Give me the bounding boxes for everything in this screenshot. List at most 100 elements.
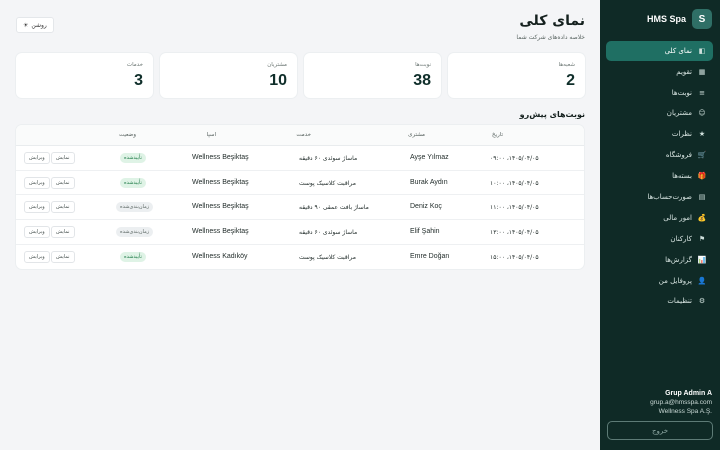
view-button[interactable]: نمایش — [51, 176, 75, 189]
edit-button[interactable]: ویرایش — [24, 201, 50, 214]
theme-label: روشن — [31, 21, 47, 29]
star-icon: ★ — [698, 130, 706, 139]
service-name: مراقبت کلاسیک پوست — [299, 179, 356, 187]
appointment-date: ۱۴۰۵/۰۴/۰۵، ۱۰:۰۰ — [490, 179, 539, 187]
edit-button[interactable]: ویرایش — [24, 250, 50, 263]
spa-location: Wellness Kadıköy — [192, 252, 248, 260]
brand[interactable]: HMS Spa S — [608, 9, 712, 29]
theme-toggle-button[interactable]: ☀ روشن — [16, 17, 54, 33]
page-subtitle: خلاصه داده‌های شرکت شما — [516, 34, 585, 41]
sidebar-item-label: تنظیمات — [667, 297, 692, 306]
sidebar-item-label: مشتریان — [666, 109, 692, 118]
appointments-table: تاریخ مشتری خدمت اسپا وضعیت ۱۴۰۵/۰۴/۰۵، … — [16, 125, 584, 269]
table-row: ۱۴۰۵/۰۴/۰۵، ۰۹:۰۰ Ayşe Yılmaz ماساژ سوئد… — [16, 146, 584, 171]
sidebar-item-profile[interactable]: 👤 پروفایل من — [606, 271, 713, 291]
status-badge: زمان‌بندی‌شده — [116, 227, 154, 238]
sidebar-item-label: نوبت‌ها — [671, 88, 692, 97]
appointment-date: ۱۴۰۵/۰۴/۰۵، ۱۳:۰۰ — [490, 229, 539, 237]
customer-name[interactable]: Deniz Koç — [410, 203, 442, 210]
stat-label: نوبت‌ها — [415, 62, 431, 68]
sidebar-nav: ◧ نمای کلی ▦ تقویم ≡ نوبت‌ها ☺ مشتریان ★… — [606, 41, 713, 313]
user-company: Wellness Spa A.Ş. — [658, 408, 712, 415]
column-header-customer: مشتری — [408, 132, 425, 138]
stat-value: 3 — [134, 72, 143, 89]
sidebar-item-reports[interactable]: 📊 گزارش‌ها — [606, 250, 713, 270]
sidebar-item-label: کارکنان — [670, 234, 692, 243]
sidebar-item-label: پروفایل من — [658, 276, 692, 285]
table-row: ۱۴۰۵/۰۴/۰۵، ۱۵:۰۰ Emre Doğan مراقبت کلاس… — [16, 245, 584, 269]
sidebar-item-label: صورت‌حساب‌ها — [647, 192, 692, 201]
brand-logo: S — [692, 9, 712, 29]
sidebar-item-finance[interactable]: 💰 امور مالی — [606, 208, 713, 228]
customer-name[interactable]: Emre Doğan — [410, 253, 449, 260]
view-button[interactable]: نمایش — [51, 201, 75, 214]
stat-card-customers: مشتریان 10 — [160, 53, 297, 98]
spa-location: Wellness Beşiktaş — [192, 203, 249, 211]
stat-label: خدمات — [126, 62, 143, 68]
calendar-icon: ▦ — [698, 67, 706, 76]
column-header-date: تاریخ — [492, 132, 503, 138]
sidebar-item-packages[interactable]: 🎁 بسته‌ها — [606, 166, 713, 186]
stat-label: شعبه‌ها — [558, 62, 575, 68]
section-title: نوبت‌های پیش‌رو — [519, 110, 585, 119]
edit-button[interactable]: ویرایش — [24, 226, 50, 239]
edit-button[interactable]: ویرایش — [24, 152, 50, 164]
sidebar-item-label: گزارش‌ها — [665, 255, 692, 264]
stat-card-services: خدمات 3 — [16, 53, 153, 98]
brand-name: HMS Spa — [646, 14, 686, 24]
edit-button[interactable]: ویرایش — [24, 176, 50, 189]
stat-label: مشتریان — [267, 62, 287, 68]
user-email: grup.a@hmsspa.com — [650, 399, 712, 406]
service-name: ماساژ سوئدی ۶۰ دقیقه — [299, 155, 358, 162]
sidebar-item-staff[interactable]: ⚑ کارکنان — [606, 229, 713, 249]
table-row: ۱۴۰۵/۰۴/۰۵، ۱۳:۰۰ Elif Şahin ماساژ سوئدی… — [16, 220, 584, 245]
logout-button[interactable]: خروج — [607, 421, 713, 440]
appointment-date: ۱۴۰۵/۰۴/۰۵، ۱۵:۰۰ — [490, 253, 539, 261]
column-header-location: اسپا — [206, 132, 216, 138]
sidebar-item-label: نظرات — [671, 130, 692, 139]
customer-name[interactable]: Elif Şahin — [410, 228, 440, 235]
overview-icon: ◧ — [698, 46, 706, 55]
column-header-service: خدمت — [296, 132, 311, 138]
spa-location: Wellness Beşiktaş — [192, 228, 249, 236]
cart-icon: 🛒 — [697, 151, 707, 160]
money-bag-icon: 💰 — [697, 213, 707, 222]
sidebar-item-customers[interactable]: ☺ مشتریان — [606, 104, 713, 124]
table-row: ۱۴۰۵/۰۴/۰۵، ۱۰:۰۰ Burak Aydın مراقبت کلا… — [16, 171, 584, 196]
stat-card-appointments: نوبت‌ها 38 — [304, 53, 441, 98]
sidebar-item-overview[interactable]: ◧ نمای کلی — [606, 41, 713, 61]
sidebar-item-calendar[interactable]: ▦ تقویم — [606, 62, 713, 82]
sidebar-item-label: تقویم — [676, 67, 692, 76]
service-name: ماساژ سوئدی ۶۰ دقیقه — [299, 229, 358, 237]
status-badge: تأییدشده — [120, 251, 146, 262]
stat-value: 10 — [269, 72, 287, 89]
view-button[interactable]: نمایش — [51, 250, 75, 263]
sun-icon: ☀ — [23, 21, 29, 29]
view-button[interactable]: نمایش — [51, 226, 75, 239]
sidebar-item-invoices[interactable]: ▤ صورت‌حساب‌ها — [606, 187, 713, 207]
gear-icon: ⚙ — [698, 297, 706, 306]
table-header: تاریخ مشتری خدمت اسپا وضعیت — [16, 125, 584, 146]
table-row: ۱۴۰۵/۰۴/۰۵، ۱۱:۰۰ Deniz Koç ماساژ بافت ع… — [16, 195, 584, 221]
user-name: Grup Admin A — [665, 390, 712, 397]
gift-icon: 🎁 — [697, 172, 707, 181]
sidebar-item-settings[interactable]: ⚙ تنظیمات — [606, 292, 713, 312]
customer-name[interactable]: Burak Aydın — [410, 179, 448, 186]
sidebar-item-label: فروشگاه — [665, 151, 692, 160]
sidebar-item-appointments[interactable]: ≡ نوبت‌ها — [606, 83, 713, 103]
sidebar-item-reviews[interactable]: ★ نظرات — [606, 125, 713, 145]
view-button[interactable]: نمایش — [51, 152, 75, 164]
flag-icon: ⚑ — [698, 234, 706, 243]
sidebar-item-label: نمای کلی — [664, 46, 692, 55]
spa-location: Wellness Beşiktaş — [192, 178, 249, 186]
status-badge: تأییدشده — [120, 177, 146, 188]
sidebar-item-shop[interactable]: 🛒 فروشگاه — [606, 145, 713, 165]
service-name: مراقبت کلاسیک پوست — [299, 253, 356, 261]
customer-name[interactable]: Ayşe Yılmaz — [410, 154, 449, 161]
page-title: نمای کلی — [519, 13, 585, 29]
chart-icon: 📊 — [697, 255, 707, 264]
list-icon: ≡ — [699, 88, 705, 97]
user-icon: 👤 — [697, 276, 707, 285]
appointment-date: ۱۴۰۵/۰۴/۰۵، ۱۱:۰۰ — [490, 204, 539, 212]
column-header-status: وضعیت — [118, 132, 136, 138]
